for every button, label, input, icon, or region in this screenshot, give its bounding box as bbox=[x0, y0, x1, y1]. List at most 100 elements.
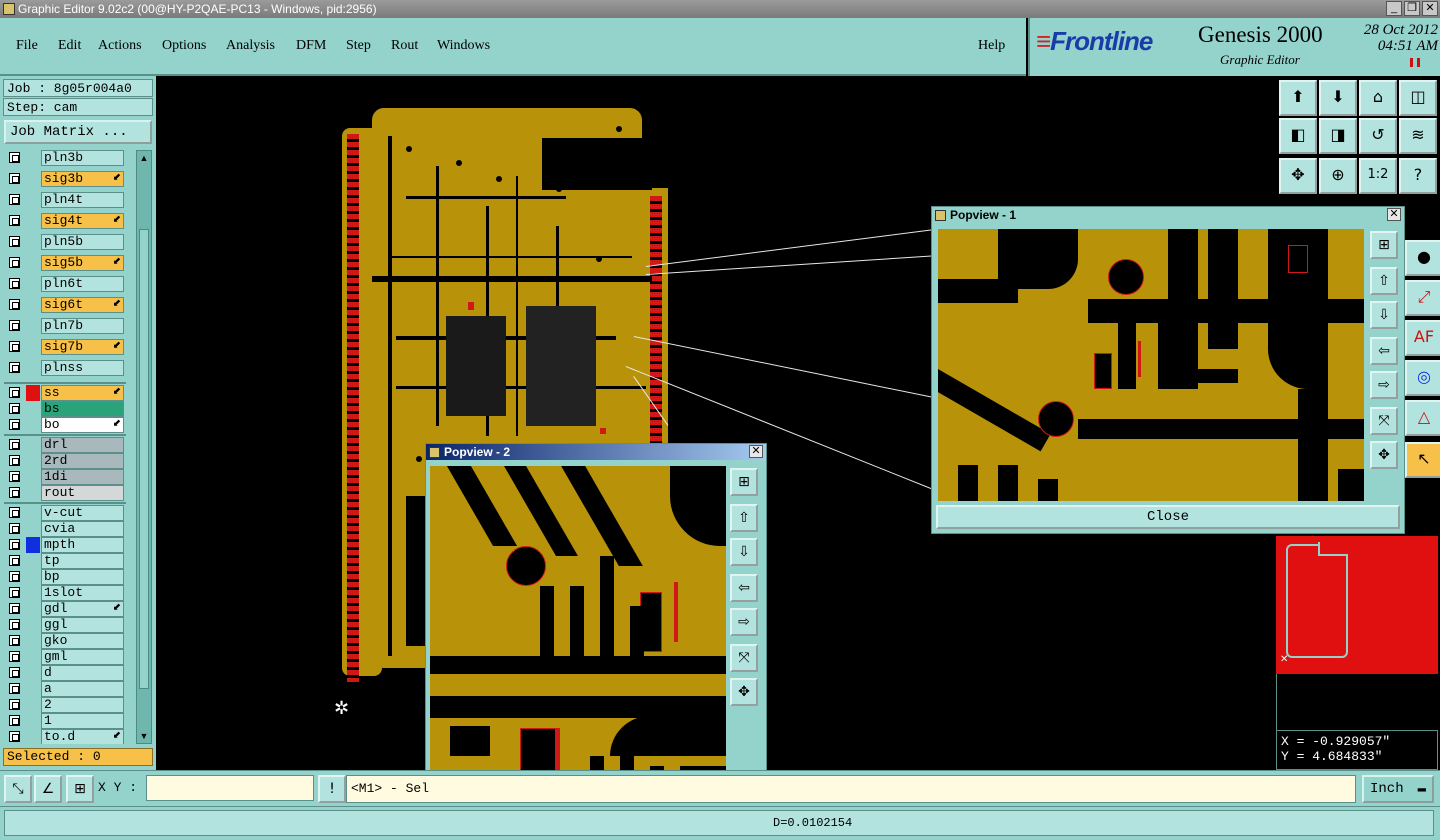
layer-color-swatch[interactable] bbox=[26, 585, 40, 601]
layer-row[interactable]: d bbox=[4, 665, 132, 681]
layer-checkbox[interactable] bbox=[9, 523, 20, 534]
layer-color-swatch[interactable] bbox=[26, 234, 40, 250]
layer-row[interactable]: v-cut bbox=[4, 505, 132, 521]
layer-row[interactable]: gml bbox=[4, 649, 132, 665]
zoom-down-icon[interactable]: ⬇ bbox=[1319, 80, 1357, 116]
layer-name[interactable]: pln5b bbox=[41, 234, 124, 250]
scroll-thumb[interactable] bbox=[139, 229, 149, 689]
layer-name[interactable]: mpth bbox=[41, 537, 124, 553]
layer-checkbox[interactable] bbox=[9, 455, 20, 466]
layer-row[interactable]: gdl ⬋ bbox=[4, 601, 132, 617]
popview-zoom-in-icon[interactable]: ⊞ bbox=[1370, 231, 1398, 259]
layer-row[interactable]: bo ⬋ bbox=[4, 417, 132, 433]
layer-name[interactable]: pln3b bbox=[41, 150, 124, 166]
layer-row[interactable]: 2rd bbox=[4, 453, 132, 469]
layer-name[interactable]: gko bbox=[41, 633, 124, 649]
layer-name[interactable]: 2rd bbox=[41, 453, 124, 469]
popview-zoom-in-icon[interactable]: ⊞ bbox=[730, 468, 758, 496]
popview-1-close-button[interactable]: Close bbox=[936, 505, 1400, 529]
layer-color-swatch[interactable] bbox=[26, 401, 40, 417]
layer-color-swatch[interactable] bbox=[26, 469, 40, 485]
layer-name[interactable]: drl bbox=[41, 437, 124, 453]
layer-row[interactable]: cvia bbox=[4, 521, 132, 537]
menu-actions[interactable]: Actions bbox=[98, 38, 142, 54]
select-pointer-icon[interactable]: ↖ bbox=[1405, 442, 1440, 478]
layer-checkbox[interactable] bbox=[9, 699, 20, 710]
layer-name[interactable]: ss ⬋ bbox=[41, 385, 124, 401]
layer-row[interactable]: pln3b bbox=[4, 150, 132, 166]
layer-checkbox[interactable] bbox=[9, 667, 20, 678]
menu-windows[interactable]: Windows bbox=[437, 38, 490, 54]
layer-name[interactable]: cvia bbox=[41, 521, 124, 537]
layer-checkbox[interactable] bbox=[9, 571, 20, 582]
layer-name[interactable]: plnss bbox=[41, 360, 124, 376]
layer-checkbox[interactable] bbox=[9, 555, 20, 566]
layer-row[interactable]: pln4t bbox=[4, 192, 132, 208]
layer-row[interactable]: tp bbox=[4, 553, 132, 569]
layer-name[interactable]: gml bbox=[41, 649, 124, 665]
layer-name[interactable]: to.d ⬋ bbox=[41, 729, 124, 744]
layer-checkbox[interactable] bbox=[9, 215, 20, 226]
layer-name[interactable]: sig5b ⬋ bbox=[41, 255, 124, 271]
popview-up-icon[interactable]: ⇧ bbox=[1370, 267, 1398, 295]
popview-up-icon[interactable]: ⇧ bbox=[730, 504, 758, 532]
redraw-icon[interactable]: ↺ bbox=[1359, 118, 1397, 154]
layer-row[interactable]: ggl bbox=[4, 617, 132, 633]
grid-mode-icon[interactable]: ⊞ bbox=[66, 775, 94, 803]
layer-row[interactable]: sig5b ⬋ bbox=[4, 255, 132, 271]
measure-icon[interactable]: ⤢ bbox=[1405, 280, 1440, 316]
layer-checkbox[interactable] bbox=[9, 257, 20, 268]
layer-color-swatch[interactable] bbox=[26, 360, 40, 376]
layer-row[interactable]: bp bbox=[4, 569, 132, 585]
pan-right-icon[interactable]: ◨ bbox=[1319, 118, 1357, 154]
layer-color-swatch[interactable] bbox=[26, 339, 40, 355]
layer-color-swatch[interactable] bbox=[26, 665, 40, 681]
layer-checkbox[interactable] bbox=[9, 173, 20, 184]
layer-color-swatch[interactable] bbox=[26, 276, 40, 292]
layer-name[interactable]: bo ⬋ bbox=[41, 417, 124, 433]
popview-fit-icon[interactable]: ⤧ bbox=[730, 644, 758, 672]
maximize-button[interactable]: ❐ bbox=[1404, 1, 1420, 16]
popview-center-icon[interactable]: ✥ bbox=[730, 678, 758, 706]
alert-icon[interactable]: ! bbox=[318, 775, 346, 803]
layer-color-swatch[interactable] bbox=[26, 192, 40, 208]
layer-row[interactable]: sig6t ⬋ bbox=[4, 297, 132, 313]
af-icon[interactable]: AF bbox=[1405, 320, 1440, 356]
layer-row[interactable]: pln7b bbox=[4, 318, 132, 334]
layer-color-swatch[interactable] bbox=[26, 537, 40, 553]
layer-row[interactable]: drl bbox=[4, 437, 132, 453]
layer-color-swatch[interactable] bbox=[26, 255, 40, 271]
close-window-button[interactable]: ✕ bbox=[1422, 1, 1438, 16]
dot-icon[interactable]: ● bbox=[1405, 240, 1440, 276]
layer-name[interactable]: tp bbox=[41, 553, 124, 569]
popview-left-icon[interactable]: ⇦ bbox=[730, 574, 758, 602]
layer-row[interactable]: mpth bbox=[4, 537, 132, 553]
layer-row[interactable]: to.d ⬋ bbox=[4, 729, 132, 744]
layer-checkbox[interactable] bbox=[9, 635, 20, 646]
layer-checkbox[interactable] bbox=[9, 731, 20, 742]
menu-edit[interactable]: Edit bbox=[58, 38, 81, 54]
layer-name[interactable]: gdl ⬋ bbox=[41, 601, 124, 617]
layer-color-swatch[interactable] bbox=[26, 569, 40, 585]
fit-icon[interactable]: ✥ bbox=[1279, 158, 1317, 194]
layer-row[interactable]: gko bbox=[4, 633, 132, 649]
popview-2-close-icon[interactable]: ✕ bbox=[749, 445, 763, 458]
window-icon[interactable]: ◫ bbox=[1399, 80, 1437, 116]
layer-checkbox[interactable] bbox=[9, 236, 20, 247]
layer-color-swatch[interactable] bbox=[26, 649, 40, 665]
layer-row[interactable]: plnss bbox=[4, 360, 132, 376]
layer-name[interactable]: rout bbox=[41, 485, 124, 501]
layer-row[interactable]: a bbox=[4, 681, 132, 697]
menu-options[interactable]: Options bbox=[162, 38, 206, 54]
help-icon[interactable]: ? bbox=[1399, 158, 1437, 194]
layer-color-swatch[interactable] bbox=[26, 617, 40, 633]
layer-checkbox[interactable] bbox=[9, 341, 20, 352]
layer-color-swatch[interactable] bbox=[26, 318, 40, 334]
job-matrix-button[interactable]: Job Matrix ... bbox=[4, 120, 152, 144]
layer-color-swatch[interactable] bbox=[26, 697, 40, 713]
popview-down-icon[interactable]: ⇩ bbox=[730, 538, 758, 566]
layer-color-swatch[interactable] bbox=[26, 385, 40, 401]
popview-center-icon[interactable]: ✥ bbox=[1370, 441, 1398, 469]
layer-checkbox[interactable] bbox=[9, 387, 20, 398]
layer-checkbox[interactable] bbox=[9, 715, 20, 726]
